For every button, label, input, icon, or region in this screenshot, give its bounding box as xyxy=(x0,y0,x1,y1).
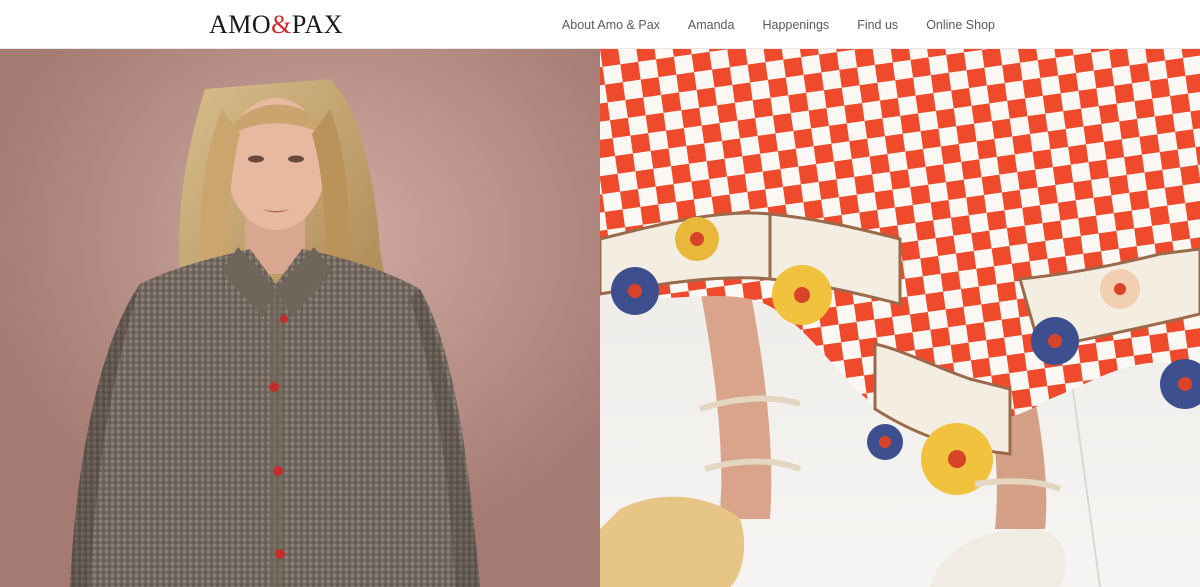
nav-item-about[interactable]: About Amo & Pax xyxy=(562,18,660,32)
skirt-sandals-illustration xyxy=(600,49,1200,587)
nav-item-happenings[interactable]: Happenings xyxy=(762,18,829,32)
logo-text-pax: PAX xyxy=(291,10,344,39)
nav-item-find-us[interactable]: Find us xyxy=(857,18,898,32)
nav-item-online-shop[interactable]: Online Shop xyxy=(926,18,995,32)
logo-text-amo: AMO xyxy=(209,10,272,39)
model-shirt-illustration xyxy=(0,49,600,587)
hero-image-right xyxy=(600,49,1200,587)
logo-ampersand: & xyxy=(271,10,292,39)
hero-image-left xyxy=(0,49,600,587)
brand-logo[interactable]: AMO&PAX xyxy=(209,10,343,40)
nav-item-amanda[interactable]: Amanda xyxy=(688,18,735,32)
main-nav: About Amo & Pax Amanda Happenings Find u… xyxy=(562,0,995,49)
site-header: AMO&PAX About Amo & Pax Amanda Happening… xyxy=(0,0,1200,49)
